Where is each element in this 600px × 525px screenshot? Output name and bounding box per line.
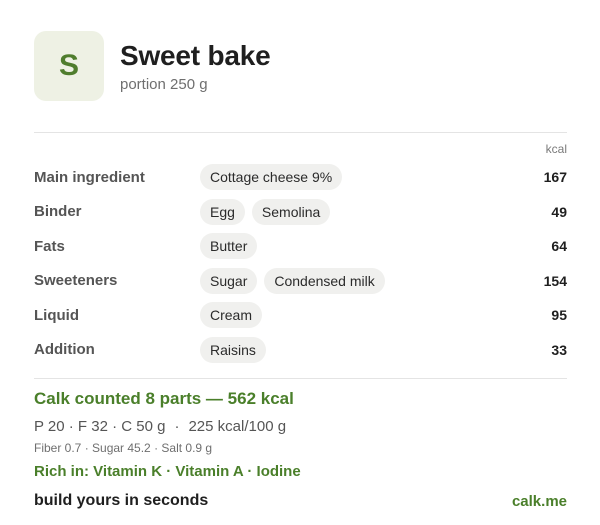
portion-size: portion 250 g (120, 75, 208, 93)
row-category-label: Liquid (34, 306, 79, 324)
table-row: Main ingredient Cottage cheese 9% 167 (34, 160, 567, 195)
row-kcal-value: 154 (543, 272, 567, 289)
ingredient-chip: Cottage cheese 9% (200, 164, 343, 191)
nutrition-summary: Calk counted 8 parts — 562 kcal P 20 · F… (34, 389, 567, 481)
row-kcal-value: 49 (551, 203, 567, 220)
recipe-card: S Sweet bake portion 250 g kcal Main ing… (34, 30, 567, 510)
ingredient-chip: Butter (200, 233, 258, 260)
footer: build yours in seconds calk.me (34, 492, 567, 510)
table-row: Binder Egg Semolina 49 (34, 195, 567, 230)
table-row: Fats Butter 64 (34, 229, 567, 264)
ingredient-chips: Egg Semolina (200, 198, 507, 225)
title-block: Sweet bake portion 250 g (120, 40, 271, 93)
row-category-label: Fats (34, 237, 65, 255)
row-kcal-value: 95 (551, 307, 567, 324)
row-kcal-value: 64 (551, 238, 567, 255)
recipe-avatar: S (34, 31, 104, 101)
divider (34, 132, 567, 133)
ingredient-chip: Condensed milk (264, 267, 385, 294)
row-category-label: Binder (34, 203, 82, 221)
kcal-unit-label: kcal (545, 142, 567, 156)
summary-headline: Calk counted 8 parts — 562 kcal (34, 389, 294, 408)
rich-in-line: Rich in: Vitamin K · Vitamin A · Iodine (34, 463, 301, 480)
calk-link[interactable]: calk.me (512, 493, 567, 510)
row-kcal-value: 33 (551, 341, 567, 358)
ingredient-chips: Cottage cheese 9% (200, 164, 507, 191)
recipe-header: S Sweet bake portion 250 g (34, 30, 567, 102)
energy-density: 225 kcal/100 g (188, 418, 287, 435)
table-row: Liquid Cream 95 (34, 298, 567, 333)
row-category-label: Main ingredient (34, 168, 145, 186)
row-category-label: Addition (34, 341, 95, 359)
divider (34, 378, 567, 379)
ingredient-chip: Semolina (251, 198, 331, 225)
separator-dot: · (174, 418, 180, 435)
ingredient-table: Main ingredient Cottage cheese 9% 167 Binde… (34, 160, 567, 367)
macros-line: P 20 · F 32 · C 50 g · 225 kcal/100 g (34, 418, 567, 436)
ingredient-chips: Sugar Condensed milk (200, 267, 507, 294)
ingredient-chips: Raisins (200, 336, 507, 363)
table-row: Sweeteners Sugar Condensed milk 154 (34, 264, 567, 299)
ingredient-chips: Butter (200, 233, 507, 260)
micros-line: Fiber 0.7 · Sugar 45.2 · Salt 0.9 g (34, 441, 213, 455)
cta-text: build yours in seconds (34, 492, 209, 509)
ingredient-chip: Cream (200, 302, 263, 329)
ingredient-chips: Cream (200, 302, 507, 329)
recipe-title: Sweet bake (120, 39, 271, 71)
ingredient-chip: Egg (200, 198, 245, 225)
macros-text: P 20 · F 32 · C 50 g (34, 418, 166, 435)
ingredient-chip: Raisins (200, 336, 266, 363)
ingredient-chip: Sugar (200, 267, 258, 294)
row-category-label: Sweeteners (34, 272, 118, 290)
row-kcal-value: 167 (543, 169, 567, 186)
table-row: Addition Raisins 33 (34, 333, 567, 368)
